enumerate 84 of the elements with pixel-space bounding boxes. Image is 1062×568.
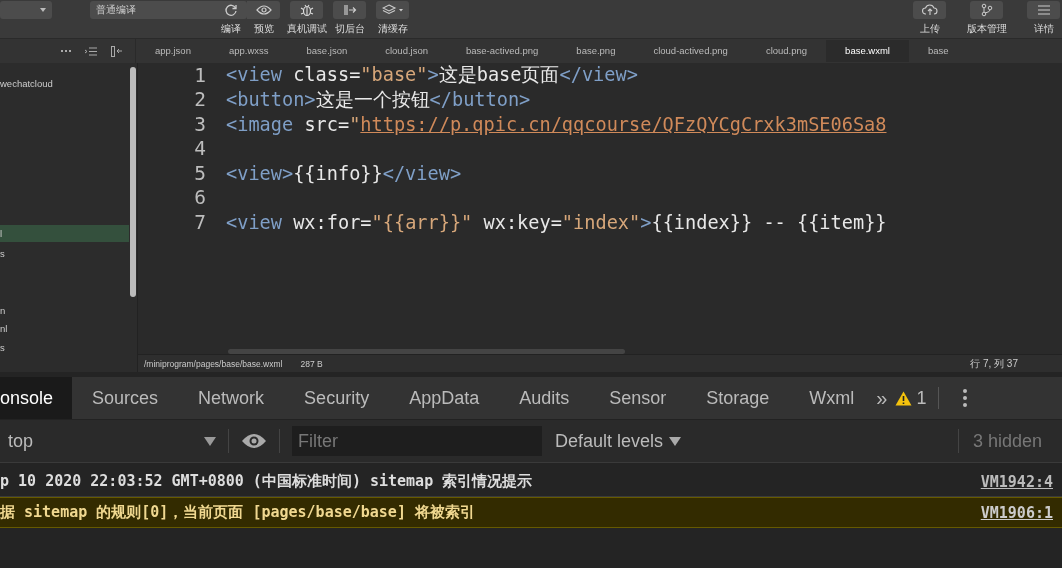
file-tab[interactable]: base.json	[287, 40, 367, 62]
devtools-tab[interactable]: onsole	[0, 377, 73, 419]
eye-button[interactable]	[247, 1, 280, 19]
source-link[interactable]: VM1942:4	[980, 472, 1053, 491]
devtools-tab[interactable]: Wxml	[789, 377, 875, 419]
warning-icon	[895, 390, 913, 406]
console-message: p 10 2020 22:03:52 GMT+0800 (中国标准时间) sitemap 索引情况提示	[0, 472, 533, 491]
file-tree-item[interactable]: l	[0, 225, 129, 242]
tool-label: 预览	[253, 22, 274, 36]
tool-label: 详情	[1033, 22, 1054, 36]
line-number: 3	[193, 112, 206, 136]
upload-cloud-icon	[921, 4, 938, 16]
collapse-icon[interactable]	[111, 45, 123, 57]
tool-label: 上传	[919, 22, 940, 36]
file-tree-item[interactable]: s	[0, 245, 129, 262]
tool-label: 编译	[220, 22, 241, 36]
file-tree-item[interactable]: s	[0, 339, 129, 356]
more-tabs-button[interactable]: »	[876, 386, 888, 410]
file-tree-item[interactable]: n	[0, 302, 129, 319]
bug-icon	[299, 3, 314, 17]
code-line: <button>这是一个按钮</button>	[226, 87, 531, 112]
line-number: 1	[193, 63, 206, 87]
tool-label: 版本管理	[966, 22, 1007, 36]
tool-label: 真机调试	[286, 22, 327, 36]
console-message: 据 sitemap 的规则[0]，当前页面 [pages/base/base] 将被索引	[0, 503, 475, 522]
line-number: 5	[193, 161, 206, 185]
refresh-icon	[223, 3, 238, 17]
branch-icon	[980, 3, 993, 17]
file-tree-item[interactable]: nl	[0, 320, 129, 337]
code-line: <view class="base">这是base页面</view>	[226, 63, 638, 88]
more-options-icon[interactable]	[963, 389, 968, 407]
warning-count[interactable]: 1	[895, 387, 927, 409]
tool-label: 清缓存	[377, 22, 408, 36]
menu-button[interactable]	[1027, 1, 1060, 19]
layers-button[interactable]	[376, 1, 409, 19]
caret-icon	[204, 436, 216, 446]
line-number: 6	[193, 186, 206, 210]
switch-icon	[342, 4, 357, 16]
file-path: /miniprogram/pages/base/base.wxml	[144, 358, 283, 369]
file-tab[interactable]: cloud.png	[746, 40, 827, 62]
line-number: 7	[193, 210, 206, 234]
scrollbar[interactable]	[228, 349, 625, 354]
filter-field[interactable]: Filter	[292, 426, 542, 456]
levels-dropdown[interactable]: Default levels	[555, 430, 664, 452]
caret-icon	[40, 8, 46, 12]
eye-icon	[255, 5, 272, 15]
devtools-tab[interactable]: Network	[178, 377, 285, 419]
branch-button[interactable]	[970, 1, 1003, 19]
code-line: <view wx:for="{{arr}}" wx:key="index">{{index}} -- {{item}}	[226, 211, 887, 233]
cloud-button[interactable]	[913, 1, 946, 19]
bug-button[interactable]	[290, 1, 323, 19]
source-link[interactable]: VM1906:1	[980, 503, 1053, 522]
outline-icon[interactable]	[85, 46, 97, 56]
devtools-tab[interactable]: Sources	[72, 377, 179, 419]
tool-label: 切后台	[334, 22, 365, 36]
eye-icon[interactable]	[241, 433, 267, 449]
cursor-position: 行 7, 列 37	[970, 356, 1018, 371]
switch-button[interactable]	[333, 1, 366, 19]
file-tab[interactable]: base.wxml	[826, 40, 909, 62]
line-number: 2	[193, 88, 206, 112]
menu-icon	[1037, 5, 1050, 15]
devtools-tab[interactable]: Audits	[499, 377, 590, 419]
devtools-tab[interactable]: Security	[284, 377, 390, 419]
scrollbar[interactable]	[130, 67, 136, 297]
code-line: <view>{{info}}</view>	[226, 162, 462, 184]
code-line: <image src="https://p.qpic.cn/qqcourse/QFzQYCgCrxk3mSE06Sa8	[226, 113, 887, 135]
file-tree-item[interactable]: wechatcloud	[0, 75, 129, 92]
file-tab[interactable]: app.json	[136, 40, 210, 62]
line-number: 4	[193, 137, 206, 161]
file-tab[interactable]: base.png	[557, 40, 635, 62]
hidden-count: 3 hidden	[972, 430, 1042, 452]
caret-icon	[669, 436, 682, 446]
file-size: 287 B	[300, 358, 323, 369]
devtools-tab[interactable]: Sensor	[589, 377, 687, 419]
compile-mode-dropdown[interactable]: 普通编译	[90, 1, 214, 19]
context-dropdown[interactable]: top	[8, 430, 204, 452]
file-tab[interactable]: app.wxss	[209, 40, 288, 62]
devtools-tab[interactable]: Storage	[686, 377, 790, 419]
file-tab[interactable]: base-actived.png	[447, 40, 558, 62]
file-tab[interactable]: base	[909, 40, 968, 62]
file-tab[interactable]: cloud.json	[366, 40, 447, 62]
file-tab[interactable]: cloud-actived.png	[634, 40, 747, 62]
devtools-tab[interactable]: AppData	[389, 377, 500, 419]
layers-icon	[381, 4, 404, 16]
